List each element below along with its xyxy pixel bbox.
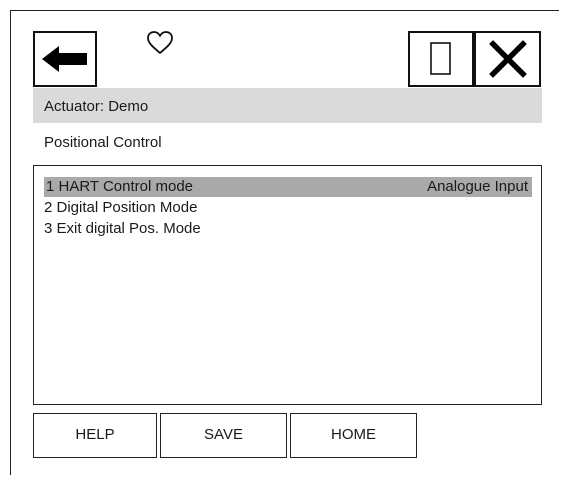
menu-list: 1 HART Control mode Analogue Input 2 Dig… — [33, 165, 542, 405]
home-button[interactable]: HOME — [290, 413, 417, 458]
save-button[interactable]: SAVE — [160, 413, 287, 458]
menu-item-label: 2 Digital Position Mode — [44, 199, 198, 216]
menu-item-hart-control-mode[interactable]: 1 HART Control mode Analogue Input — [44, 177, 532, 197]
window-button[interactable] — [408, 31, 474, 87]
menu-item-label: 1 HART Control mode — [46, 178, 194, 195]
menu-item-digital-position-mode[interactable]: 2 Digital Position Mode — [44, 198, 197, 218]
close-button[interactable] — [474, 31, 541, 87]
x-close-icon — [489, 40, 527, 78]
page-subtitle: Positional Control — [44, 134, 162, 151]
back-button[interactable] — [33, 31, 97, 87]
arrow-left-icon — [42, 46, 87, 72]
heart-outline-icon[interactable] — [146, 30, 174, 56]
blank-square-icon — [430, 42, 451, 75]
menu-item-exit-digital-pos-mode[interactable]: 3 Exit digital Pos. Mode — [44, 219, 201, 239]
page-title: Actuator: Demo — [44, 98, 149, 115]
menu-item-label: 3 Exit digital Pos. Mode — [44, 220, 201, 237]
menu-item-value: Analogue Input — [427, 178, 528, 195]
help-button[interactable]: HELP — [33, 413, 157, 458]
